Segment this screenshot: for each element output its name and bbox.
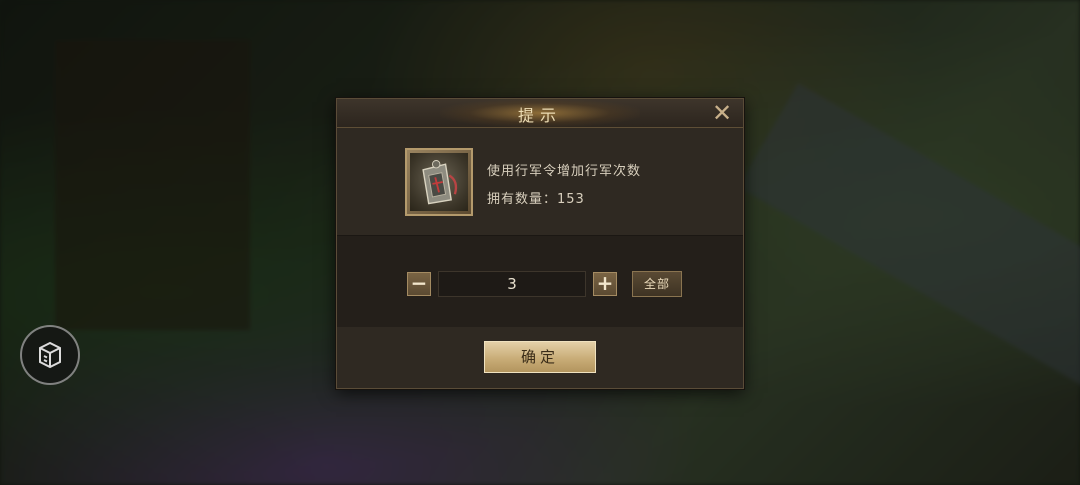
select-all-button[interactable]: 全部	[632, 271, 682, 297]
close-icon: ✕	[711, 99, 733, 127]
side-menu-button[interactable]	[20, 325, 80, 385]
item-info-section: 使用行军令增加行军次数 拥有数量：153	[337, 128, 743, 235]
confirm-button[interactable]: 确定	[484, 341, 596, 373]
close-button[interactable]: ✕	[711, 99, 733, 127]
item-description: 使用行军令增加行军次数	[487, 164, 642, 179]
chest-menu-icon	[39, 341, 61, 369]
owned-label: 拥有数量：	[487, 192, 558, 207]
dialog-footer: 确定	[337, 327, 743, 388]
quantity-stepper: − 3 + 全部	[337, 235, 743, 328]
owned-count: 153	[557, 192, 585, 207]
quantity-input[interactable]: 3	[438, 271, 586, 297]
dialog-title-bar: 提示 ✕	[337, 99, 743, 128]
tip-dialog: 提示 ✕ 使用行军令增加行军次数 拥有数量：153 − 3 + 全部 确定	[336, 98, 744, 389]
owned-quantity: 拥有数量：153	[487, 188, 585, 207]
march-order-token-icon	[410, 153, 468, 211]
dialog-title: 提示	[517, 106, 562, 125]
item-slot[interactable]	[405, 148, 473, 216]
decrease-button[interactable]: −	[407, 272, 431, 296]
increase-button[interactable]: +	[593, 272, 617, 296]
